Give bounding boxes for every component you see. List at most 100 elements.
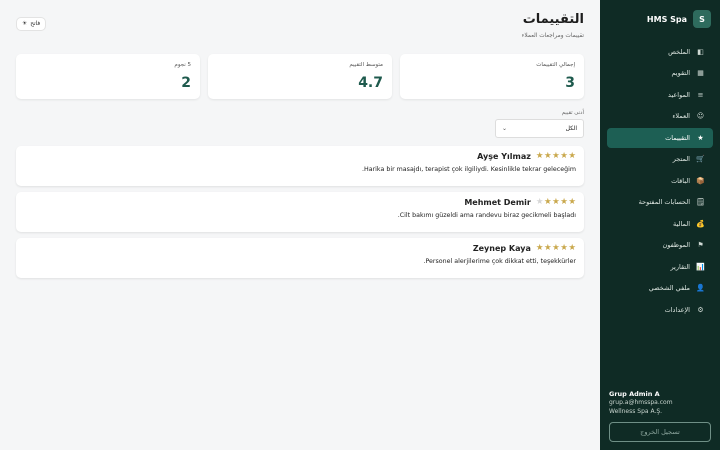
sidebar-item-calendar[interactable]: ▦ التقويم bbox=[607, 64, 713, 84]
review-card: Mehmet Demir ★ ★ ★ ★ ★ Cilt bakımı güzeldi a… bbox=[16, 192, 584, 232]
flag-icon: ⚑ bbox=[697, 241, 704, 250]
sidebar-item-profile[interactable]: 👤 ملفي الشخصي bbox=[607, 279, 713, 299]
reviewer-name: Ayşe Yılmaz bbox=[477, 152, 531, 161]
filter-label: أدنى تقييم bbox=[561, 110, 584, 116]
package-icon: 📦 bbox=[696, 176, 705, 185]
sidebar-item-label: الملخص bbox=[668, 47, 690, 56]
list-icon: ≡ bbox=[697, 90, 704, 99]
sidebar-item-store[interactable]: 🛒 المتجر bbox=[607, 150, 713, 170]
review-card: Zeynep Kaya ★ ★ ★ ★ ★ Personel alerjilerime … bbox=[16, 238, 584, 278]
sidebar-item-reviews[interactable]: ★ التقييمات bbox=[607, 128, 713, 148]
stat-label: 5 نجوم bbox=[174, 62, 191, 68]
sidebar-item-finance[interactable]: 💰 المالية bbox=[607, 214, 713, 234]
sidebar-item-label: المتجر bbox=[672, 155, 690, 164]
stat-label: إجمالي التقييمات bbox=[536, 62, 575, 68]
stat-card-total: إجمالي التقييمات 3 bbox=[400, 54, 584, 99]
stat-card-five-star: 5 نجوم 2 bbox=[16, 54, 200, 99]
sidebar: S HMS Spa ◧ الملخص ▦ التقويم ≡ المواعيد ☺ ال… bbox=[600, 0, 720, 450]
star-filled-icon: ★ bbox=[560, 151, 568, 162]
sidebar-item-staff[interactable]: ⚑ الموظفون bbox=[607, 236, 713, 256]
sidebar-item-label: التقييمات bbox=[665, 133, 690, 142]
star-filled-icon: ★ bbox=[552, 243, 560, 254]
stat-value: 2 bbox=[181, 75, 191, 91]
user-icon: 👤 bbox=[696, 284, 705, 293]
chart-icon: 📊 bbox=[696, 262, 705, 271]
select-value: الكل bbox=[565, 125, 577, 132]
star-filled-icon: ★ bbox=[560, 197, 568, 208]
money-bag-icon: 💰 bbox=[696, 219, 705, 228]
min-rating-select[interactable]: الكل ⌄ bbox=[495, 119, 584, 138]
review-comment: Personel alerjilerime çok dikkat etti, t… bbox=[423, 258, 576, 265]
review-comment: Cilt bakımı güzeldi ama randevu biraz ge… bbox=[397, 212, 576, 219]
star-icon: ★ bbox=[697, 133, 704, 142]
sidebar-item-label: المواعيد bbox=[668, 90, 690, 99]
star-filled-icon: ★ bbox=[544, 151, 552, 162]
brand-name: HMS Spa bbox=[646, 14, 687, 24]
reviewer-name: Zeynep Kaya bbox=[472, 244, 531, 253]
sidebar-item-label: الحسابات المفتوحة bbox=[638, 198, 690, 207]
cart-icon: 🛒 bbox=[696, 155, 705, 164]
sidebar-item-reports[interactable]: 📊 التقارير bbox=[607, 257, 713, 277]
star-filled-icon: ★ bbox=[560, 243, 568, 254]
brand-logo: S bbox=[693, 10, 711, 28]
clipboard-icon: 🗒 bbox=[696, 198, 705, 207]
reviewer-name: Mehmet Demir bbox=[464, 198, 531, 207]
sidebar-item-label: التقويم bbox=[671, 69, 690, 78]
page-subtitle: تقييمات ومراجعات العملاء bbox=[521, 33, 584, 39]
review-comment: Harika bir masajdı, terapist çok ilgiliy… bbox=[361, 166, 576, 173]
sidebar-item-customers[interactable]: ☺ العملاء bbox=[607, 107, 713, 127]
sidebar-item-summary[interactable]: ◧ الملخص bbox=[607, 42, 713, 62]
review-header: Ayşe Yılmaz ★ ★ ★ ★ ★ bbox=[477, 152, 576, 161]
theme-label: فاتح bbox=[30, 21, 41, 27]
review-list: Ayşe Yılmaz ★ ★ ★ ★ ★ Harika bir masajdı, te… bbox=[16, 146, 584, 278]
star-empty-icon: ★ bbox=[535, 197, 544, 208]
sidebar-item-label: الموظفون bbox=[662, 241, 691, 250]
chevron-down-icon: ⌄ bbox=[502, 125, 508, 132]
stat-value: 4.7 bbox=[358, 75, 383, 91]
review-card: Ayşe Yılmaz ★ ★ ★ ★ ★ Harika bir masajdı, te… bbox=[16, 146, 584, 186]
stat-card-average: متوسط التقييم 4.7 bbox=[208, 54, 392, 99]
customers-icon: ☺ bbox=[696, 112, 705, 121]
sidebar-nav: ◧ الملخص ▦ التقويم ≡ المواعيد ☺ العملاء ★ الت… bbox=[607, 42, 713, 320]
star-filled-icon: ★ bbox=[535, 151, 544, 162]
user-email: grup.a@hmsspa.com bbox=[609, 399, 673, 406]
rating-stars: ★ ★ ★ ★ ★ bbox=[536, 244, 576, 253]
stat-value: 3 bbox=[565, 75, 575, 91]
dashboard-icon: ◧ bbox=[697, 47, 704, 56]
sidebar-item-settings[interactable]: ⚙ الإعدادات bbox=[607, 300, 713, 320]
page-header: التقييمات تقييمات ومراجعات العملاء فاتح … bbox=[16, 12, 584, 52]
star-filled-icon: ★ bbox=[544, 197, 552, 208]
star-filled-icon: ★ bbox=[544, 243, 552, 254]
user-company: Wellness Spa A.Ş. bbox=[609, 407, 663, 415]
star-filled-icon: ★ bbox=[552, 151, 560, 162]
star-filled-icon: ★ bbox=[535, 243, 544, 254]
theme-toggle-button[interactable]: فاتح ☀ bbox=[16, 17, 47, 31]
title-block: التقييمات تقييمات ومراجعات العملاء bbox=[522, 12, 584, 39]
rating-filter: أدنى تقييم الكل ⌄ bbox=[16, 110, 584, 138]
review-header: Zeynep Kaya ★ ★ ★ ★ ★ bbox=[473, 244, 576, 253]
main-content: التقييمات تقييمات ومراجعات العملاء فاتح … bbox=[0, 0, 600, 450]
sidebar-item-label: التقارير bbox=[670, 262, 690, 271]
sidebar-item-packages[interactable]: 📦 الباقات bbox=[607, 171, 713, 191]
sidebar-item-appointments[interactable]: ≡ المواعيد bbox=[607, 85, 713, 105]
user-panel: Grup Admin A grup.a@hmsspa.com Wellness … bbox=[607, 390, 713, 442]
star-filled-icon: ★ bbox=[552, 197, 560, 208]
star-filled-icon: ★ bbox=[568, 151, 576, 162]
gear-icon: ⚙ bbox=[697, 305, 704, 314]
calendar-icon: ▦ bbox=[697, 69, 704, 78]
sidebar-item-label: العملاء bbox=[672, 112, 690, 121]
logout-button[interactable]: تسجيل الخروج bbox=[609, 422, 711, 442]
app: S HMS Spa ◧ الملخص ▦ التقويم ≡ المواعيد ☺ ال… bbox=[0, 0, 720, 450]
brand[interactable]: S HMS Spa bbox=[607, 8, 713, 42]
stats-row: إجمالي التقييمات 3 متوسط التقييم 4.7 5 ن… bbox=[16, 54, 584, 99]
star-filled-icon: ★ bbox=[568, 197, 576, 208]
sidebar-item-label: الباقات bbox=[671, 176, 690, 185]
sidebar-item-label: ملفي الشخصي bbox=[648, 284, 690, 293]
rating-stars: ★ ★ ★ ★ ★ bbox=[536, 152, 576, 161]
page-title: التقييمات bbox=[522, 12, 584, 27]
review-header: Mehmet Demir ★ ★ ★ ★ ★ bbox=[464, 198, 576, 207]
sidebar-item-label: الإعدادات bbox=[664, 305, 690, 314]
sidebar-item-open-accounts[interactable]: 🗒 الحسابات المفتوحة bbox=[607, 193, 713, 213]
sidebar-item-label: المالية bbox=[673, 219, 690, 228]
star-filled-icon: ★ bbox=[568, 243, 576, 254]
